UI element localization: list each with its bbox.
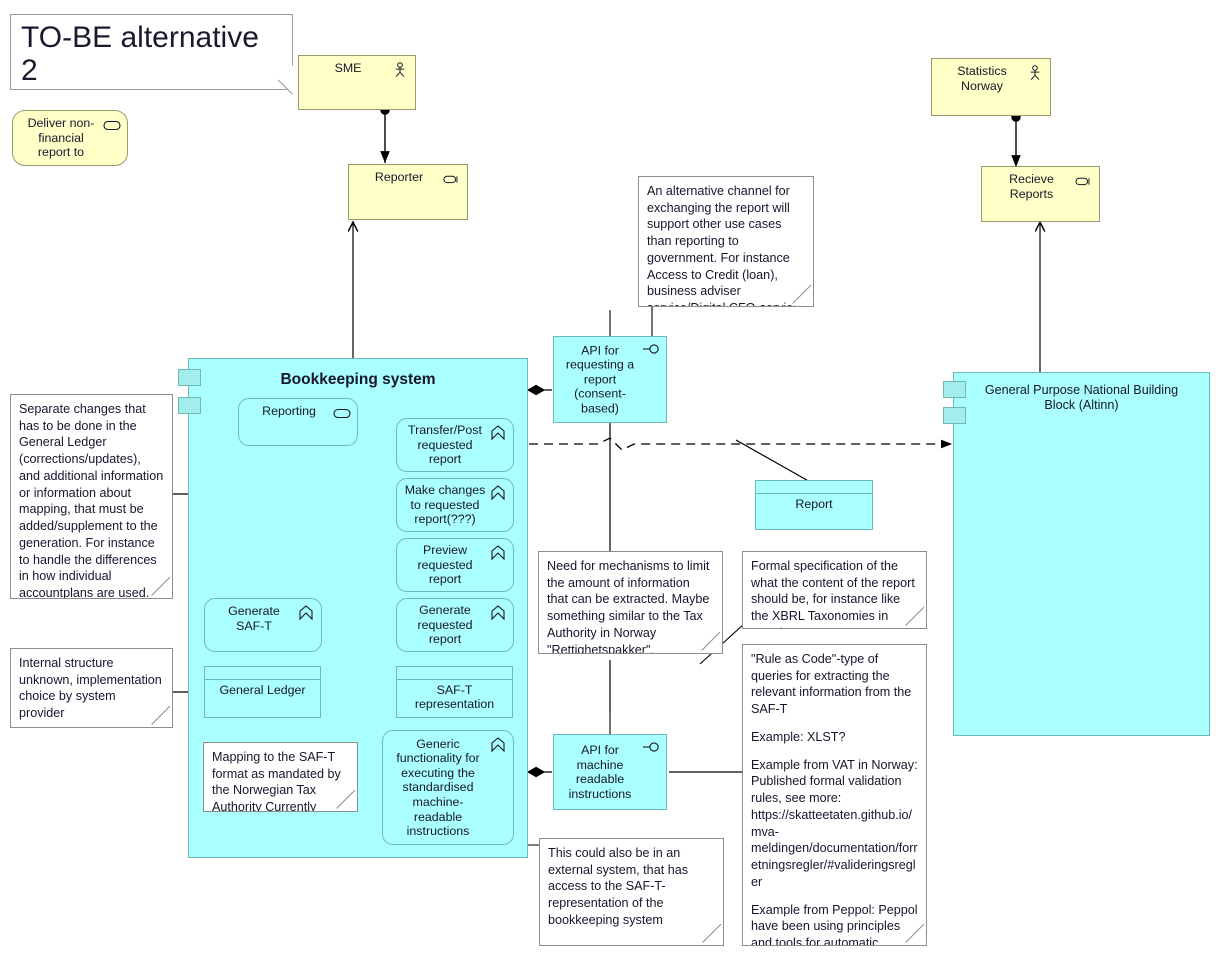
function-arrow-icon [491,425,505,441]
application-interface-request-report[interactable]: API for requesting a report (consent-bas… [553,336,667,423]
note-text: Example from Peppol: Peppol have been us… [751,902,918,946]
application-function-generic-machine-readable[interactable]: Generic functionality for executing the … [382,730,514,845]
note-text: Internal structure unknown, implementati… [19,656,162,721]
container-title: General Purpose National Building Block … [984,383,1179,413]
note-alternative-channel: An alternative channel for exchanging th… [638,176,814,307]
business-actor-statistics-norway[interactable]: Statistics Norway [931,58,1051,116]
business-actor-label: SME [334,61,362,75]
note-limit-mechanisms: Need for mechanisms to limit the amount … [538,551,723,654]
component-icon [178,397,201,414]
business-service-deliver-report[interactable]: Deliver non-financial report to [12,110,128,166]
note-text: Example from VAT in Norway: Published fo… [751,757,918,889]
application-function-make-changes[interactable]: Make changes to requested report(???) [396,478,514,532]
application-service-label: Reporting [262,404,316,418]
note-general-ledger-changes: Separate changes that has to be done in … [10,394,173,599]
business-service-label: Deliver non-financial report to [27,116,95,160]
data-object-report[interactable]: Report [755,480,873,530]
note-rule-as-code: "Rule as Code"-type of queries for extra… [742,644,927,946]
data-object-general-ledger[interactable]: General Ledger [204,666,321,718]
function-arrow-icon [491,737,505,753]
note-text: Formal specification of the what the con… [751,559,915,628]
application-service-reporting[interactable]: Reporting [238,398,358,446]
business-actor-sme[interactable]: SME [298,55,416,110]
actor-stick-figure-icon [1030,65,1040,80]
data-object-label: SAF-T representation [414,683,495,711]
application-function-label: Generate SAF-T [228,604,280,633]
diagram-title-note: TO-BE alternative 2 [10,14,307,95]
component-icon [943,381,966,398]
data-object-saft-representation[interactable]: SAF-T representation [396,666,513,718]
function-arrow-icon [491,485,505,501]
application-function-label: Preview requested report [417,543,473,587]
diagram-canvas: TO-BE alternative 2 Deliver non-financia… [0,0,1221,956]
application-function-preview[interactable]: Preview requested report [396,538,514,592]
application-function-label: Generic functionality for executing the … [396,736,480,839]
note-formal-specification: Formal specification of the what the con… [742,551,927,629]
data-object-header-band [205,667,320,680]
interface-lollipop-icon [643,344,659,354]
data-object-header-band [756,481,872,494]
note-internal-structure: Internal structure unknown, implementati… [10,648,173,728]
note-text: This could also be in an external system… [548,846,688,927]
application-function-generate-saft[interactable]: Generate SAF-T [204,598,322,652]
function-arrow-icon [299,605,313,621]
data-object-label: Report [795,497,833,511]
application-function-label: Make changes to requested report(???) [404,483,486,527]
application-function-transfer-post[interactable]: Transfer/Post requested report [396,418,514,472]
business-service-label: Recieve Reports [1009,172,1054,201]
component-icon [178,369,201,386]
note-text: "Rule as Code"-type of queries for extra… [751,652,912,717]
application-interface-machine-readable[interactable]: API for machine readable instructions [553,734,667,810]
application-interface-label: API for requesting a report (consent-bas… [565,342,635,416]
container-title: Bookkeeping system [280,371,436,388]
data-object-label: General Ledger [219,683,306,697]
note-mapping-saft: Mapping to the SAF-T format as mandated … [203,742,358,812]
application-function-label: Generate requested report [417,603,473,647]
function-arrow-icon [491,605,505,621]
component-icon [943,407,966,424]
role-cylinder-icon [1075,177,1090,186]
business-service-recieve-reports[interactable]: Recieve Reports [981,166,1100,222]
note-text: Example: XLST? [751,729,846,744]
role-cylinder-icon [443,175,458,184]
application-function-label: Transfer/Post requested report [408,423,482,467]
business-role-label: Reporter [374,170,424,184]
business-actor-label: Statistics Norway [957,64,1007,93]
service-rounded-icon [103,120,121,131]
application-interface-label: API for machine readable instructions [568,742,632,801]
service-rounded-icon [333,408,351,419]
actor-stick-figure-icon [395,62,405,77]
note-text: An alternative channel for exchanging th… [647,184,800,306]
application-function-generate-requested-report[interactable]: Generate requested report [396,598,514,652]
note-external-system: This could also be in an external system… [539,838,724,946]
page-title: TO-BE alternative 2 [21,21,259,87]
function-arrow-icon [491,545,505,561]
data-object-header-band [397,667,512,680]
note-text: Mapping to the SAF-T format as mandated … [212,750,341,812]
application-component-altinn-building-block[interactable]: General Purpose National Building Block … [943,372,1210,736]
interface-lollipop-icon [643,742,659,752]
note-text: Need for mechanisms to limit the amount … [547,559,710,654]
note-text: Separate changes that has to be done in … [19,402,164,599]
business-role-reporter[interactable]: Reporter [348,164,468,220]
